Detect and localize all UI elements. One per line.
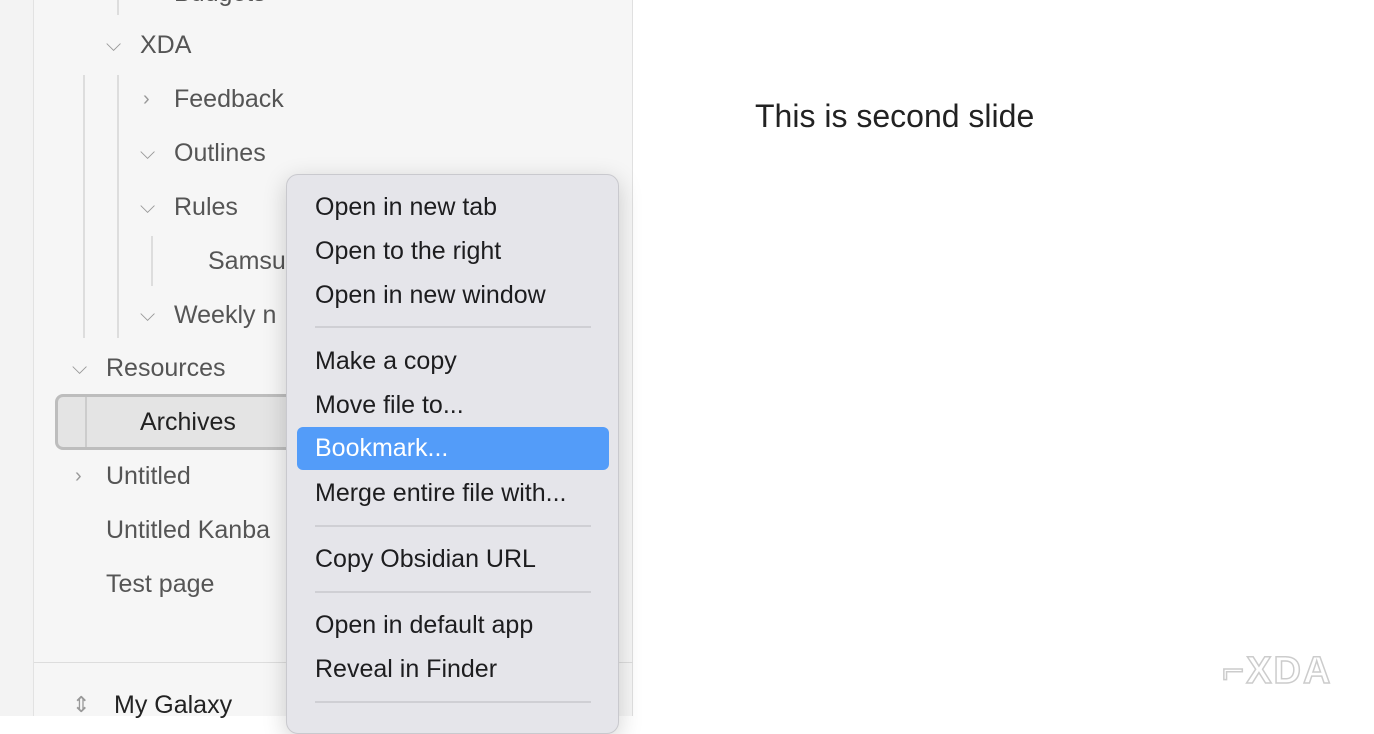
menu-item-reveal-finder[interactable]: Reveal in Finder <box>297 648 609 691</box>
tree-item-label: Feedback <box>174 85 284 113</box>
editor-content: This is second slide <box>755 98 1035 134</box>
menu-item-make-copy[interactable]: Make a copy <box>297 340 609 383</box>
menu-item-open-right[interactable]: Open to the right <box>297 230 609 273</box>
menu-item-open-default-app[interactable]: Open in default app <box>297 604 609 647</box>
tree-item-label: Archives <box>140 408 236 436</box>
guide-line <box>117 0 119 15</box>
menu-separator <box>315 591 591 593</box>
tree-item-label: Resources <box>106 354 226 382</box>
tree-item-label: Outlines <box>174 139 266 167</box>
chevron-down-icon: ⌵ <box>140 304 156 326</box>
chevron-down-icon: ⌵ <box>140 142 156 164</box>
chevron-down-icon: ⌵ <box>140 196 156 218</box>
tree-item-label: Test page <box>106 570 215 598</box>
tree-item-label: Budgets <box>174 0 266 8</box>
context-menu: Open in new tab Open to the right Open i… <box>286 174 619 734</box>
chevron-right-icon: › <box>75 465 82 487</box>
chevron-right-icon: › <box>143 88 150 110</box>
chevron-down-icon: ⌵ <box>72 357 88 379</box>
guide-line <box>151 236 153 286</box>
guide-line <box>83 75 85 338</box>
menu-separator <box>315 701 591 703</box>
tree-item-label: Samsu <box>208 247 286 275</box>
menu-item-open-new-tab[interactable]: Open in new tab <box>297 186 609 229</box>
menu-separator <box>315 326 591 328</box>
menu-item-open-new-window[interactable]: Open in new window <box>297 274 609 317</box>
menu-separator <box>315 525 591 527</box>
chevron-down-icon: ⌵ <box>106 34 122 56</box>
menu-item-bookmark[interactable]: Bookmark... <box>297 427 609 470</box>
tree-item-label: Untitled <box>106 462 191 490</box>
menu-item-move-file[interactable]: Move file to... <box>297 384 609 427</box>
menu-item-copy-url[interactable]: Copy Obsidian URL <box>297 538 609 581</box>
guide-line <box>117 75 119 338</box>
menu-item-merge-file[interactable]: Merge entire file with... <box>297 472 609 515</box>
tree-item-label: Untitled Kanba <box>106 516 271 544</box>
tree-item-label: XDA <box>140 31 192 59</box>
tree-item-label: Weekly n <box>174 301 277 329</box>
tree-item-label: Rules <box>174 193 238 221</box>
xda-watermark-logo: ⌐XDA <box>1221 649 1333 693</box>
ribbon <box>0 0 34 716</box>
